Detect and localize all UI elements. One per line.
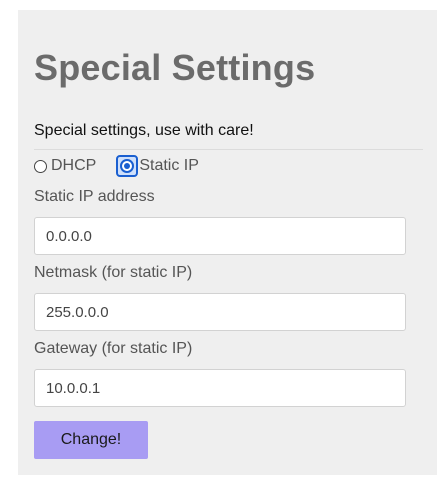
gateway-input[interactable] bbox=[34, 369, 406, 407]
page-title: Special Settings bbox=[34, 47, 316, 88]
netmask-input[interactable] bbox=[34, 293, 406, 331]
radio-static-ip[interactable] bbox=[116, 155, 139, 177]
radio-dhcp-label[interactable]: DHCP bbox=[51, 157, 96, 175]
netmask-label: Netmask (for static IP) bbox=[34, 264, 193, 281]
gateway-label: Gateway (for static IP) bbox=[34, 340, 193, 357]
special-settings-panel: Special Settings Special settings, use w… bbox=[18, 10, 437, 475]
static-ip-input[interactable] bbox=[34, 217, 406, 255]
mode-radio-group: DHCP Static IP bbox=[34, 153, 423, 179]
radio-static-ip-label[interactable]: Static IP bbox=[139, 157, 199, 175]
divider bbox=[34, 149, 423, 150]
panel-subtitle: Special settings, use with care! bbox=[34, 122, 254, 139]
radio-dhcp[interactable] bbox=[34, 159, 47, 173]
change-button[interactable]: Change! bbox=[34, 421, 148, 459]
radio-checked-icon bbox=[120, 159, 135, 173]
static-ip-label: Static IP address bbox=[34, 188, 155, 205]
